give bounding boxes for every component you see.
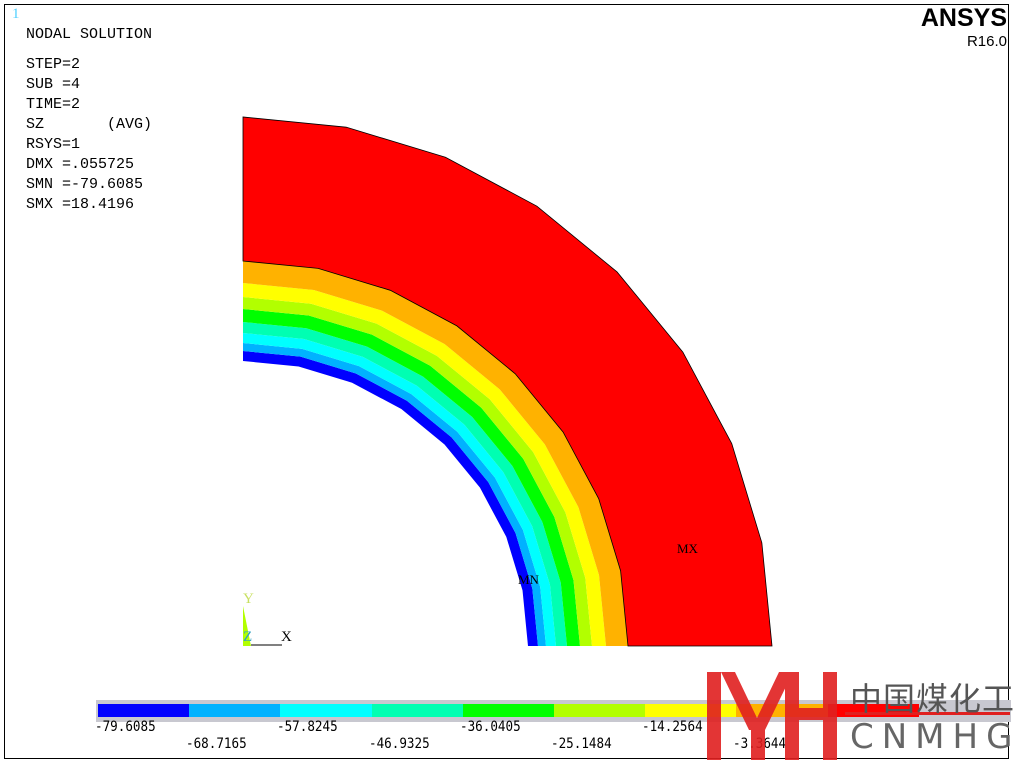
legend-label: -25.1484 [551, 736, 612, 752]
z-axis-label: Z [243, 629, 252, 645]
legend-swatch [462, 704, 555, 717]
legend-swatch [371, 704, 464, 717]
watermark-english: CNMHG [850, 717, 1015, 757]
legend-swatch [98, 704, 190, 717]
axis-triad: Y Z X [243, 591, 292, 646]
max-marker: MX [677, 541, 699, 556]
legend-label: -14.2564 [642, 719, 703, 735]
legend-label: -68.7165 [186, 736, 247, 752]
legend-swatch [554, 704, 646, 717]
legend-label: -79.6085 [95, 719, 156, 735]
x-axis-label: X [281, 629, 292, 645]
legend-swatch [280, 704, 372, 717]
contour-plot: MX MN Y Z X [242, 116, 773, 647]
legend-label: -36.0405 [459, 719, 521, 735]
watermark-chinese: 中国煤化工 [850, 680, 1015, 718]
legend-label: -57.8245 [277, 719, 339, 735]
min-marker: MN [518, 572, 540, 587]
legend-swatch [189, 704, 281, 717]
y-axis-label: Y [243, 591, 254, 607]
legend-label: -46.9325 [368, 736, 430, 752]
